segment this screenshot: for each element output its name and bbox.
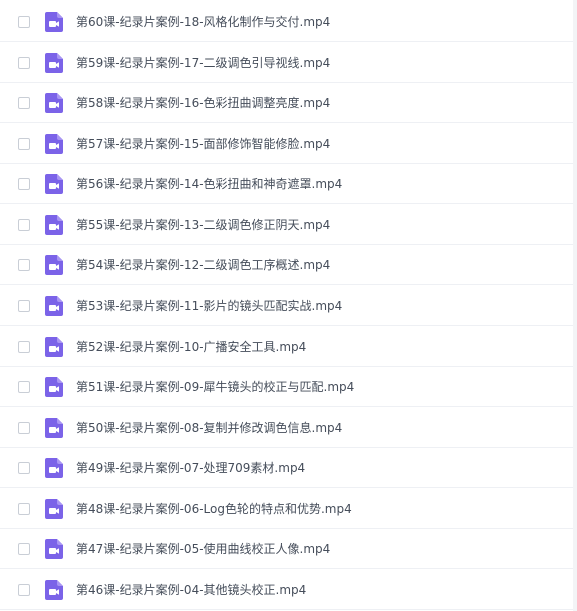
video-file-icon [45,336,63,357]
file-name[interactable]: 第51课-纪录片案例-09-犀牛镜头的校正与匹配.mp4 [76,378,354,395]
file-name[interactable]: 第53课-纪录片案例-11-影片的镜头匹配实战.mp4 [76,297,342,314]
file-row[interactable]: 第58课-纪录片案例-16-色彩扭曲调整亮度.mp4 [0,83,573,123]
video-file-icon [45,498,63,519]
row-checkbox[interactable] [18,177,30,190]
video-file-icon [45,133,63,154]
row-checkbox[interactable] [18,56,30,69]
file-row[interactable]: 第57课-纪录片案例-15-面部修饰智能修脸.mp4 [0,124,573,164]
file-row[interactable]: 第46课-纪录片案例-04-其他镜头校正.mp4 [0,570,573,610]
file-row[interactable]: 第54课-纪录片案例-12-二级调色工序概述.mp4 [0,245,573,285]
row-checkbox[interactable] [18,340,30,353]
row-checkbox[interactable] [18,218,30,231]
row-checkbox[interactable] [18,15,30,28]
row-checkbox[interactable] [18,583,30,596]
row-checkbox[interactable] [18,96,30,109]
video-file-icon [45,92,63,113]
file-list: 第60课-纪录片案例-18-风格化制作与交付.mp4 第59课-纪录片案例-17… [0,0,577,611]
video-file-icon [45,457,63,478]
file-name[interactable]: 第60课-纪录片案例-18-风格化制作与交付.mp4 [76,13,330,30]
file-name[interactable]: 第48课-纪录片案例-06-Log色轮的特点和优势.mp4 [76,500,352,517]
scrollbar-track[interactable] [573,0,577,611]
row-checkbox[interactable] [18,421,30,434]
file-row[interactable]: 第51课-纪录片案例-09-犀牛镜头的校正与匹配.mp4 [0,367,573,407]
file-row[interactable]: 第59课-纪录片案例-17-二级调色引导视线.mp4 [0,43,573,83]
file-row[interactable]: 第48课-纪录片案例-06-Log色轮的特点和优势.mp4 [0,489,573,529]
file-name[interactable]: 第52课-纪录片案例-10-广播安全工具.mp4 [76,338,306,355]
file-name[interactable]: 第46课-纪录片案例-04-其他镜头校正.mp4 [76,581,306,598]
file-name[interactable]: 第47课-纪录片案例-05-使用曲线校正人像.mp4 [76,540,330,557]
file-name[interactable]: 第59课-纪录片案例-17-二级调色引导视线.mp4 [76,54,330,71]
file-row[interactable]: 第60课-纪录片案例-18-风格化制作与交付.mp4 [0,2,573,42]
file-row[interactable]: 第49课-纪录片案例-07-处理709素材.mp4 [0,448,573,488]
file-row[interactable]: 第53课-纪录片案例-11-影片的镜头匹配实战.mp4 [0,286,573,326]
file-row[interactable]: 第47课-纪录片案例-05-使用曲线校正人像.mp4 [0,529,573,569]
video-file-icon [45,579,63,600]
row-checkbox[interactable] [18,299,30,312]
file-name[interactable]: 第58课-纪录片案例-16-色彩扭曲调整亮度.mp4 [76,94,330,111]
video-file-icon [45,52,63,73]
row-checkbox[interactable] [18,380,30,393]
file-name[interactable]: 第50课-纪录片案例-08-复制并修改调色信息.mp4 [76,419,342,436]
row-checkbox[interactable] [18,461,30,474]
file-name[interactable]: 第54课-纪录片案例-12-二级调色工序概述.mp4 [76,256,330,273]
row-checkbox[interactable] [18,137,30,150]
video-file-icon [45,376,63,397]
video-file-icon [45,173,63,194]
video-file-icon [45,11,63,32]
file-name[interactable]: 第56课-纪录片案例-14-色彩扭曲和神奇遮罩.mp4 [76,175,342,192]
video-file-icon [45,254,63,275]
video-file-icon [45,538,63,559]
video-file-icon [45,214,63,235]
file-name[interactable]: 第57课-纪录片案例-15-面部修饰智能修脸.mp4 [76,135,330,152]
file-name[interactable]: 第49课-纪录片案例-07-处理709素材.mp4 [76,459,305,476]
file-name[interactable]: 第55课-纪录片案例-13-二级调色修正阴天.mp4 [76,216,330,233]
row-checkbox[interactable] [18,542,30,555]
file-row[interactable]: 第52课-纪录片案例-10-广播安全工具.mp4 [0,327,573,367]
row-checkbox[interactable] [18,258,30,271]
video-file-icon [45,417,63,438]
video-file-icon [45,295,63,316]
file-row[interactable]: 第55课-纪录片案例-13-二级调色修正阴天.mp4 [0,205,573,245]
row-checkbox[interactable] [18,502,30,515]
file-row[interactable]: 第56课-纪录片案例-14-色彩扭曲和神奇遮罩.mp4 [0,164,573,204]
file-row[interactable]: 第50课-纪录片案例-08-复制并修改调色信息.mp4 [0,408,573,448]
